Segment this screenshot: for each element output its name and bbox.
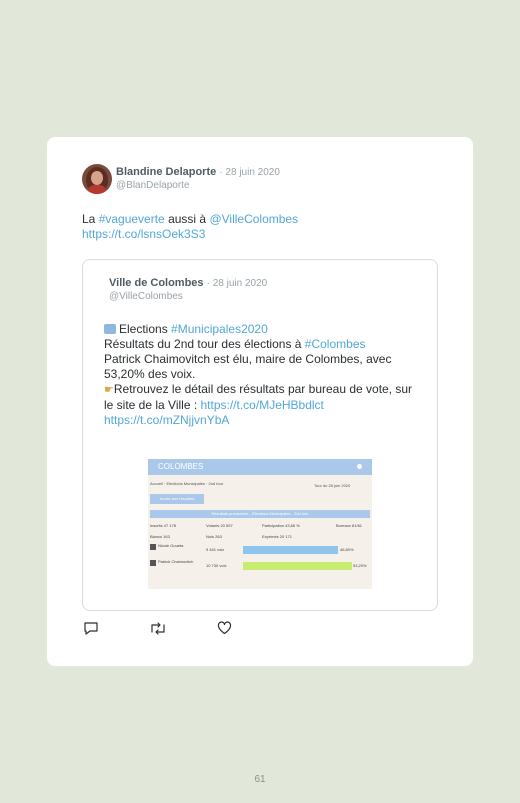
hashtag-link[interactable]: #vagueverte bbox=[99, 212, 165, 226]
quoted-handle: @VilleColombes bbox=[109, 291, 183, 302]
page-number: 61 bbox=[254, 774, 266, 785]
quoted-text: Elections #Municipales2020 Résultats du … bbox=[104, 322, 413, 427]
tweet-card: Blandine Delaporte · 28 juin 2020 @BlanD… bbox=[47, 137, 473, 666]
results-link[interactable]: https://t.co/MJeHBbdlct bbox=[201, 398, 324, 412]
hashtag-link[interactable]: #Colombes bbox=[305, 337, 366, 351]
tweet-actions bbox=[83, 621, 243, 637]
quoted-date[interactable]: · 28 juin 2020 bbox=[207, 278, 268, 289]
retweet-icon[interactable] bbox=[149, 621, 167, 641]
quoted-author-name[interactable]: Ville de Colombes bbox=[109, 277, 204, 289]
screenshot-header: COLOMBES bbox=[148, 459, 372, 475]
mention-link[interactable]: @VilleColombes bbox=[209, 212, 298, 226]
result-bar bbox=[243, 546, 338, 554]
author-handle: @BlanDelaporte bbox=[116, 180, 190, 191]
result-bar bbox=[243, 562, 352, 570]
reply-icon[interactable] bbox=[83, 621, 99, 641]
hashtag-link[interactable]: #Municipales2020 bbox=[171, 322, 268, 336]
tweet-link[interactable]: https://t.co/lsnsOek3S3 bbox=[82, 227, 205, 241]
media-link[interactable]: https://t.co/mZNjjvnYbA bbox=[104, 413, 229, 427]
author-name[interactable]: Blandine Delaporte bbox=[116, 166, 216, 178]
ballot-box-icon bbox=[104, 324, 116, 334]
avatar[interactable] bbox=[82, 164, 112, 194]
pointing-hand-icon: ☛ bbox=[104, 384, 114, 396]
menu-icon bbox=[357, 464, 362, 469]
quoted-author: Ville de Colombes · 28 juin 2020 bbox=[109, 277, 267, 289]
heart-icon[interactable] bbox=[217, 621, 232, 640]
quoted-tweet[interactable]: Ville de Colombes · 28 juin 2020 @VilleC… bbox=[82, 259, 438, 611]
tweet-author: Blandine Delaporte · 28 juin 2020 bbox=[116, 166, 280, 178]
tweet-date[interactable]: · 28 juin 2020 bbox=[219, 167, 280, 178]
tweet-text: La #vagueverte aussi à @VilleColombes ht… bbox=[82, 212, 299, 241]
embedded-screenshot[interactable]: COLOMBES Accueil · Elections Municipales… bbox=[148, 459, 372, 589]
